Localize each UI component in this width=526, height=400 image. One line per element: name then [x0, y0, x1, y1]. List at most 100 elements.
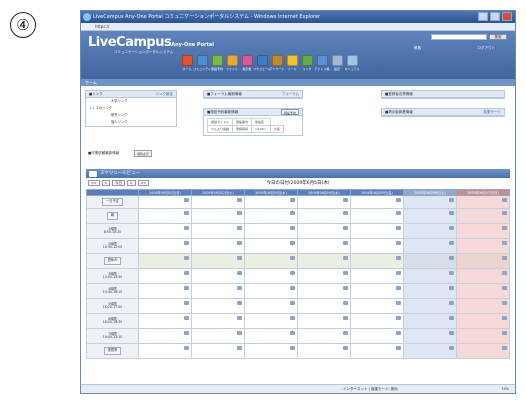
schedule-cell[interactable] — [244, 298, 298, 314]
edit-icon[interactable] — [343, 211, 348, 215]
edit-icon[interactable] — [237, 226, 242, 230]
schedule-cell[interactable] — [350, 298, 404, 314]
schedule-cell[interactable] — [456, 298, 510, 314]
edit-icon[interactable] — [343, 286, 348, 290]
time-slot-text[interactable]: 朝 — [106, 212, 119, 220]
edit-icon[interactable] — [449, 271, 454, 275]
schedule-cell[interactable] — [244, 283, 298, 299]
edit-icon[interactable] — [502, 211, 507, 215]
schedule-cell[interactable] — [297, 328, 351, 344]
edit-icon[interactable] — [237, 301, 242, 305]
schedule-cell[interactable] — [456, 253, 510, 269]
bbs-mode-link[interactable]: 変更モード — [484, 109, 502, 115]
link-settings-link[interactable]: リンク設定 — [156, 91, 174, 97]
schedule-cell[interactable] — [403, 313, 457, 329]
edit-icon[interactable] — [343, 301, 348, 305]
edit-icon[interactable] — [396, 198, 401, 202]
link-item[interactable]: ＬＬＩのリンク — [86, 105, 176, 112]
search-button[interactable]: 検索 — [489, 34, 507, 40]
logo[interactable]: LiveCampusAny-One Portal — [88, 35, 214, 50]
schedule-cell[interactable] — [138, 253, 192, 269]
edit-icon[interactable] — [237, 316, 242, 320]
schedule-cell[interactable] — [191, 223, 245, 239]
edit-icon[interactable] — [502, 331, 507, 335]
schedule-cell[interactable] — [350, 283, 404, 299]
schedule-cell[interactable] — [191, 298, 245, 314]
schedule-cell[interactable] — [350, 208, 404, 224]
schedule-cell[interactable] — [244, 223, 298, 239]
edit-icon[interactable] — [184, 301, 189, 305]
edit-icon[interactable] — [396, 241, 401, 245]
time-slot-text[interactable]: 一日予定 — [102, 198, 123, 206]
edit-icon[interactable] — [184, 346, 189, 350]
schedule-cell[interactable] — [350, 195, 404, 209]
edit-icon[interactable] — [184, 198, 189, 202]
edit-icon[interactable] — [502, 271, 507, 275]
schedule-cell[interactable] — [456, 313, 510, 329]
edit-icon[interactable] — [449, 346, 454, 350]
schedule-cell[interactable] — [403, 283, 457, 299]
schedule-cell[interactable] — [350, 223, 404, 239]
edit-icon[interactable] — [184, 241, 189, 245]
time-slot-text[interactable]: 夜間帯 — [103, 347, 122, 355]
schedule-cell[interactable] — [456, 208, 510, 224]
toolbar-button[interactable]: リンク — [301, 55, 313, 71]
edit-icon[interactable] — [502, 241, 507, 245]
schedule-cell[interactable] — [138, 328, 192, 344]
edit-icon[interactable] — [184, 316, 189, 320]
edit-icon[interactable] — [343, 316, 348, 320]
address-bar[interactable]: https:// — [81, 23, 515, 31]
schedule-cell[interactable] — [244, 313, 298, 329]
schedule-cell[interactable] — [403, 328, 457, 344]
edit-icon[interactable] — [449, 331, 454, 335]
edit-icon[interactable] — [449, 316, 454, 320]
edit-icon[interactable] — [396, 346, 401, 350]
edit-icon[interactable] — [502, 316, 507, 320]
edit-icon[interactable] — [396, 301, 401, 305]
edit-icon[interactable] — [237, 286, 242, 290]
toolbar-button[interactable]: ホーム — [181, 55, 193, 71]
schedule-cell[interactable] — [191, 253, 245, 269]
schedule-cell[interactable] — [350, 268, 404, 284]
edit-icon[interactable] — [184, 286, 189, 290]
schedule-cell[interactable] — [297, 268, 351, 284]
toolbar-button[interactable]: マニュアル — [345, 55, 359, 71]
schedule-cell[interactable] — [297, 195, 351, 209]
toolbar-button[interactable]: 設定 — [331, 55, 343, 71]
schedule-cell[interactable] — [456, 223, 510, 239]
schedule-cell[interactable] — [191, 208, 245, 224]
schedule-cell[interactable] — [403, 253, 457, 269]
schedule-cell[interactable] — [191, 238, 245, 254]
schedule-cell[interactable] — [297, 223, 351, 239]
edit-icon[interactable] — [184, 226, 189, 230]
edit-icon[interactable] — [396, 331, 401, 335]
edit-icon[interactable] — [237, 331, 242, 335]
schedule-cell[interactable] — [456, 238, 510, 254]
schedule-cell[interactable] — [244, 328, 298, 344]
edit-icon[interactable] — [449, 286, 454, 290]
schedule-cell[interactable] — [138, 195, 192, 209]
edit-icon[interactable] — [343, 241, 348, 245]
search-input[interactable] — [431, 34, 487, 40]
edit-icon[interactable] — [343, 271, 348, 275]
schedule-cell[interactable] — [244, 268, 298, 284]
toolbar-button[interactable]: アドレス帳 — [315, 55, 330, 71]
toolbar-button[interactable]: 施設予約 — [211, 55, 223, 71]
logout-link[interactable]: ログアウト — [478, 46, 496, 51]
edit-icon[interactable] — [237, 241, 242, 245]
schedule-cell[interactable] — [297, 208, 351, 224]
schedule-cell[interactable] — [456, 328, 510, 344]
schedule-cell[interactable] — [191, 328, 245, 344]
schedule-cell[interactable] — [138, 343, 192, 359]
link-item[interactable]: 大学リンク — [86, 98, 176, 105]
edit-icon[interactable] — [396, 226, 401, 230]
schedule-cell[interactable] — [456, 195, 510, 209]
schedule-cell[interactable] — [244, 253, 298, 269]
schedule-cell[interactable] — [350, 313, 404, 329]
edit-icon[interactable] — [449, 256, 454, 260]
edit-icon[interactable] — [237, 211, 242, 215]
edit-icon[interactable] — [290, 241, 295, 245]
edit-icon[interactable] — [290, 286, 295, 290]
schedule-cell[interactable] — [403, 208, 457, 224]
schedule-cell[interactable] — [350, 253, 404, 269]
